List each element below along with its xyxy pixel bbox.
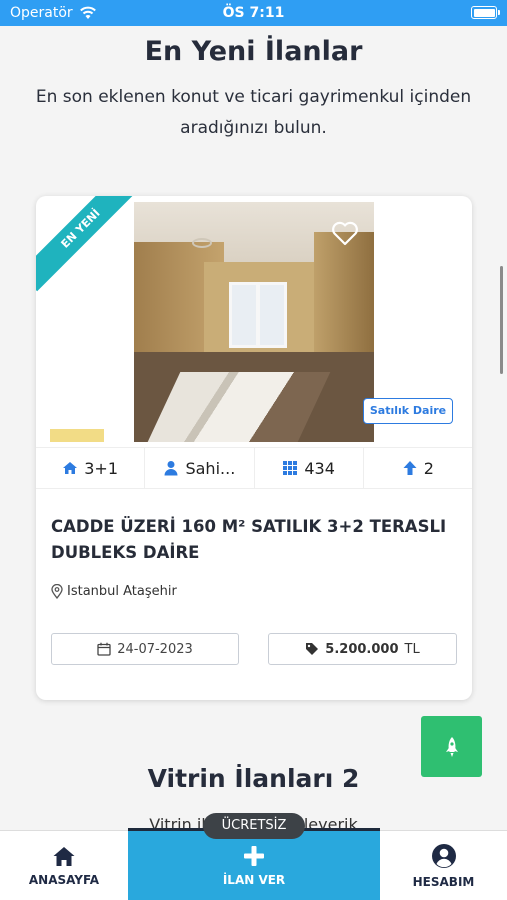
home-icon [63, 462, 78, 474]
new-ribbon: EN YENİ [36, 196, 144, 292]
showcase-title: Vitrin İlanları 2 [147, 764, 360, 793]
latest-listings-subtitle: En son eklenen konut ve ticari gayrimenk… [35, 87, 472, 138]
feature-owner: Sahi... [145, 448, 255, 488]
feature-rooms: 3+1 [36, 448, 146, 488]
tab-home[interactable]: ANASAYFA [0, 831, 128, 900]
feature-area: 434 [255, 448, 364, 488]
arrow-up-icon [403, 461, 417, 475]
location-text: Istanbul Ataşehir [67, 584, 177, 599]
thumbnail-strip [50, 429, 104, 442]
tab-post-label: İLAN VER [222, 873, 286, 887]
clock: ÖS 7:11 [222, 5, 285, 21]
listing-title[interactable]: CADDE ÜZERİ 160 M² SATILIK 3+2 TERASLI D… [51, 514, 461, 566]
user-icon [164, 461, 178, 476]
floor-value: 2 [423, 458, 434, 478]
tag-icon [306, 643, 319, 655]
listing-card[interactable]: EN YENİ Satılık Daire 3+1 Sahi... 434 2 … [36, 196, 472, 700]
map-pin-icon [51, 584, 63, 599]
status-bar: Operatör ÖS 7:11 [0, 0, 507, 26]
features-row: 3+1 Sahi... 434 2 [36, 447, 472, 489]
tab-account-label: HESABIM [412, 875, 475, 889]
plus-icon [244, 846, 264, 866]
property-type-badge: Satılık Daire [363, 398, 453, 424]
grid-icon [283, 461, 298, 475]
free-badge: ÜCRETSİZ [203, 813, 305, 839]
price-currency: TL [404, 641, 420, 657]
price-amount: 5.200.000 [325, 641, 399, 657]
rooms-value: 3+1 [84, 458, 118, 478]
scroll-indicator [500, 266, 503, 374]
calendar-icon [97, 642, 111, 656]
home-icon [53, 847, 75, 866]
rocket-icon [445, 736, 458, 757]
bottom-tab-bar: ANASAYFA İLAN VER HESABIM [0, 828, 507, 900]
feature-floor: 2 [364, 448, 472, 488]
favorite-heart-icon[interactable] [330, 218, 360, 248]
owner-value: Sahi... [185, 458, 236, 478]
tab-home-label: ANASAYFA [28, 873, 100, 887]
tab-account[interactable]: HESABIM [380, 831, 507, 900]
listing-price: 5.200.000 TL [268, 633, 457, 665]
listing-location: Istanbul Ataşehir [51, 584, 177, 599]
listing-date: 24-07-2023 [51, 633, 239, 665]
area-value: 434 [304, 458, 335, 478]
latest-listings-title: En Yeni İlanlar [144, 36, 363, 67]
date-text: 24-07-2023 [117, 641, 193, 657]
battery-icon [471, 6, 500, 19]
user-circle-icon [431, 844, 456, 868]
